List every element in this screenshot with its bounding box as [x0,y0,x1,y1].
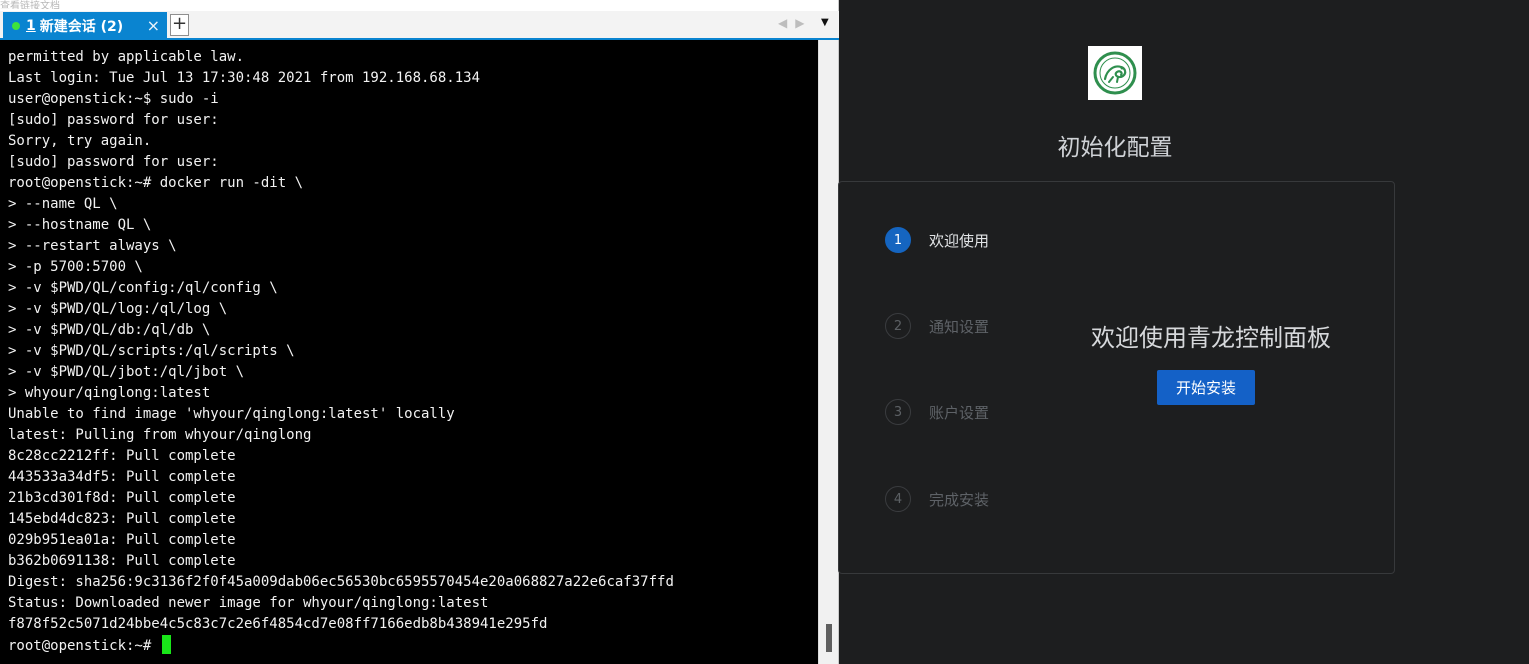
terminal-line: > -v $PWD/QL/scripts:/ql/scripts \ [8,343,295,359]
terminal-line: Sorry, try again. [8,133,152,149]
terminal-line: > --restart always \ [8,238,177,254]
step-number: 2 [885,313,911,339]
terminal-line: > --name QL \ [8,196,118,212]
new-tab-button[interactable]: + [170,14,189,36]
welcome-heading: 欢迎使用青龙控制面板 [1091,324,1331,352]
terminal-line: Unable to find image 'whyour/qinglong:la… [8,406,455,422]
step-finish: 4 完成安装 [885,486,989,512]
terminal-line: root@openstick:~# docker run -dit \ [8,175,304,191]
terminal-line: > -p 5700:5700 \ [8,259,143,275]
tab-title: 新建会话 (2) [39,18,124,35]
terminal-line: [sudo] password for user: [8,112,219,128]
terminal-line: > whyour/qinglong:latest [8,385,211,401]
terminal-line: b362b0691138: Pull complete [8,553,236,569]
terminal-line: 8c28cc2212ff: Pull complete [8,448,236,464]
terminal-line: 443533a34df5: Pull complete [8,469,236,485]
terminal-output[interactable]: permitted by applicable law. Last login: … [0,40,818,664]
step-number: 3 [885,399,911,425]
session-tab-bar: 1 新建会话 (2) × + ◀▶ ▼ [0,11,839,40]
step-label: 欢迎使用 [929,231,990,250]
scrollbar-thumb[interactable] [826,624,832,652]
tab-menu-dropdown-icon[interactable]: ▼ [821,17,829,28]
step-welcome: 1 欢迎使用 [885,227,989,253]
close-tab-icon[interactable]: × [147,16,160,35]
terminal-line: > -v $PWD/QL/jbot:/ql/jbot \ [8,364,245,380]
tab-number: 1 [26,17,36,34]
terminal-line: latest: Pulling from whyour/qinglong [8,427,312,443]
terminal-line: user@openstick:~$ sudo -i [8,91,219,107]
terminal-line: [sudo] password for user: [8,154,219,170]
terminal-line: 029b951ea01a: Pull complete [8,532,236,548]
breadcrumb: 查看链接文档 [0,1,60,9]
terminal-prompt-line[interactable]: root@openstick:~# [8,635,674,656]
tab-scroll-arrows-icon[interactable]: ◀▶ [778,16,812,30]
setup-card: 1 欢迎使用 2 通知设置 3 账户设置 4 完成安装 欢迎使用青龙控制面板 开… [838,181,1395,574]
terminal-lines: permitted by applicable law. Last login: … [8,47,674,656]
terminal-line: Digest: sha256:9c3136f2f0f45a009dab06ec5… [8,574,674,590]
qinglong-dragon-logo-icon [1088,46,1142,100]
connected-status-icon [12,21,20,30]
step-notification: 2 通知设置 [885,313,989,339]
terminal-scrollbar[interactable] [818,40,838,664]
step-label: 完成安装 [929,490,990,509]
tab-session-1[interactable]: 1 新建会话 (2) × [3,12,167,39]
step-label: 账户设置 [929,403,990,422]
terminal-line: Status: Downloaded newer image for whyou… [8,595,489,611]
start-install-button[interactable]: 开始安装 [1157,370,1255,405]
terminal-cursor [161,635,171,654]
terminal-line: Last login: Tue Jul 13 17:30:48 2021 fro… [8,70,481,86]
step-number: 4 [885,486,911,512]
step-account: 3 账户设置 [885,399,989,425]
terminal-line: permitted by applicable law. [8,49,245,65]
terminal-line: > -v $PWD/QL/db:/ql/db \ [8,322,211,338]
terminal-line: > -v $PWD/QL/config:/ql/config \ [8,280,278,296]
terminal-line: f878f52c5071d24bbe4c5c83c7c2e6f4854cd7e0… [8,616,548,632]
terminal-line: > -v $PWD/QL/log:/ql/log \ [8,301,228,317]
terminal-line: > --hostname QL \ [8,217,152,233]
terminal-window: 查看链接文档 1 新建会话 (2) × + ◀▶ ▼ permitted by … [0,0,839,664]
shell-prompt: root@openstick:~# [8,638,160,654]
terminal-line: 145ebd4dc823: Pull complete [8,511,236,527]
step-number: 1 [885,227,911,253]
qinglong-setup-panel: 初始化配置 1 欢迎使用 2 通知设置 3 账户设置 4 完成安装 欢迎使用青龙… [838,0,1529,664]
step-label: 通知设置 [929,317,990,336]
terminal-line: 21b3cd301f8d: Pull complete [8,490,236,506]
page-title: 初始化配置 [1057,135,1173,161]
